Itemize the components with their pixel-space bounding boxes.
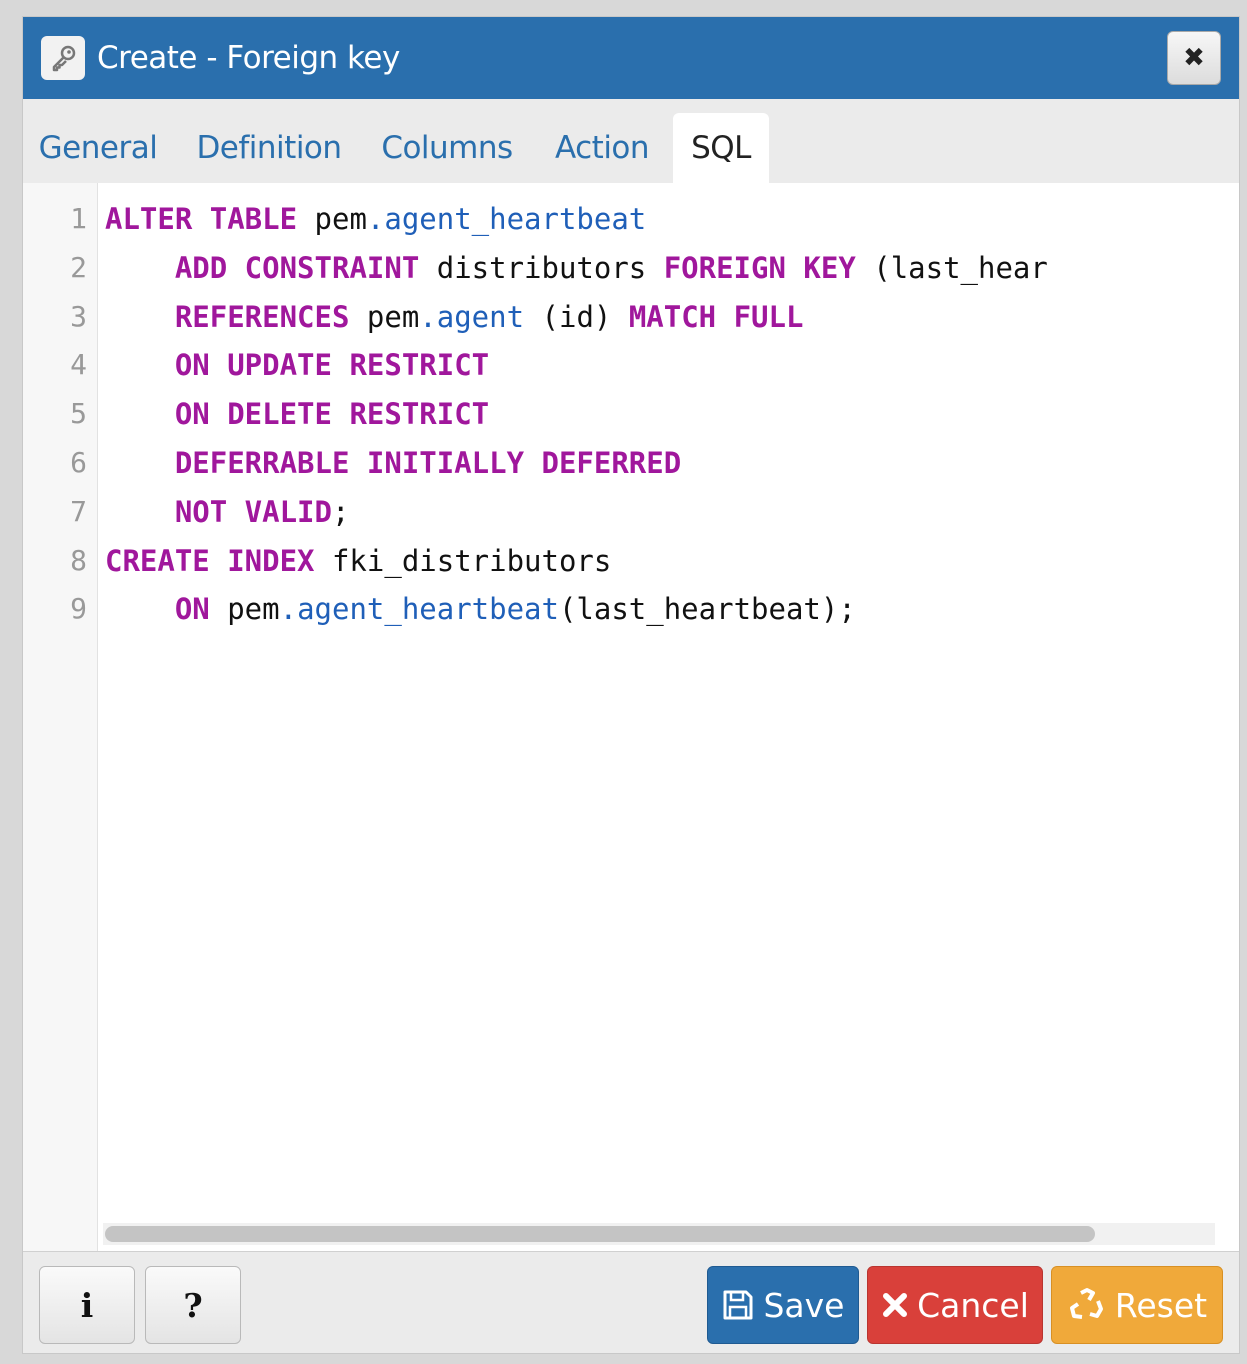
x-icon [881, 1291, 909, 1319]
recycle-icon [1067, 1287, 1107, 1323]
save-label: Save [763, 1285, 845, 1325]
line-number: 8 [70, 543, 87, 577]
sql-text: ; [331, 494, 350, 529]
sql-keyword: MATCH FULL [628, 299, 804, 334]
dialog-titlebar[interactable]: Create - Foreign key ✖ [23, 17, 1239, 99]
key-icon [41, 36, 85, 80]
sql-keyword: ADD CONSTRAINT [174, 250, 420, 285]
code-line: ON pem.agent_heartbeat(last_heartbeat); [105, 585, 1215, 634]
sql-text: fki_distributors [314, 543, 612, 578]
close-icon: ✖ [1183, 43, 1205, 73]
sql-keyword: ALTER TABLE [105, 202, 298, 236]
tab-sql[interactable]: SQL [673, 113, 769, 183]
line-number: 6 [70, 446, 87, 479]
sql-text: (last_hear [855, 250, 1048, 285]
code-line: ALTER TABLE pem.agent_heartbeat [105, 195, 1215, 244]
sql-code[interactable]: ALTER TABLE pem.agent_heartbeat ADD CONS… [105, 195, 1215, 634]
code-line: ADD CONSTRAINT distributors FOREIGN KEY … [105, 244, 1215, 293]
tab-action[interactable]: Action [543, 113, 661, 183]
cancel-label: Cancel [917, 1285, 1029, 1325]
sql-keyword: NOT VALID [174, 494, 332, 529]
code-line: REFERENCES pem.agent (id) MATCH FULL [105, 293, 1215, 342]
create-foreign-key-dialog: Create - Foreign key ✖ General Definitio… [22, 16, 1240, 1354]
help-button[interactable]: ? [145, 1266, 241, 1344]
reset-button[interactable]: Reset [1051, 1266, 1223, 1344]
code-line: NOT VALID; [105, 488, 1215, 537]
sql-text: pem [297, 202, 367, 236]
sql-keyword: ON DELETE RESTRICT [174, 397, 490, 432]
tab-general[interactable]: General [31, 113, 165, 183]
sql-identifier: .agent_heartbeat [366, 202, 647, 236]
line-number: 7 [70, 494, 87, 528]
line-number: 4 [70, 348, 87, 382]
save-button[interactable]: Save [707, 1266, 859, 1344]
code-line: CREATE INDEX fki_distributors [105, 537, 1215, 586]
sql-keyword: CREATE INDEX [105, 543, 315, 578]
code-line: ON UPDATE RESTRICT [105, 341, 1215, 390]
sql-text: (id) [524, 299, 629, 334]
close-button[interactable]: ✖ [1167, 31, 1221, 85]
sql-text: pem [349, 299, 420, 334]
dialog-title: Create - Foreign key [97, 40, 400, 76]
sql-keyword: DEFERRABLE INITIALLY DEFERRED [174, 445, 682, 480]
sql-keyword: FOREIGN KEY [663, 250, 856, 285]
tab-columns[interactable]: Columns [375, 113, 519, 183]
line-number: 3 [70, 299, 87, 333]
sql-keyword: REFERENCES [174, 299, 350, 334]
tab-definition[interactable]: Definition [187, 113, 351, 183]
sql-identifier: .agent [419, 299, 525, 334]
line-number: 2 [70, 250, 87, 284]
info-icon: i [80, 1285, 94, 1325]
sql-editor[interactable]: 123456789 ALTER TABLE pem.agent_heartbea… [23, 183, 1239, 1251]
line-number: 9 [70, 592, 87, 626]
sql-keyword: ON UPDATE RESTRICT [174, 348, 490, 383]
code-line: ON DELETE RESTRICT [105, 390, 1215, 439]
sql-text: (last_heartbeat); [558, 592, 856, 627]
line-number: 1 [70, 202, 87, 235]
info-button[interactable]: i [39, 1266, 135, 1344]
help-icon: ? [183, 1285, 203, 1325]
line-number: 5 [70, 397, 87, 431]
tab-bar: General Definition Columns Action SQL [23, 113, 1239, 183]
sql-text: distributors [419, 250, 664, 285]
sql-keyword: ON [174, 592, 210, 627]
line-number-gutter: 1 2 3 4 5 6 7 8 9 [23, 183, 98, 1251]
sql-text: pem [209, 592, 280, 627]
sql-identifier: .agent_heartbeat [279, 592, 559, 627]
scrollbar-thumb[interactable] [105, 1226, 1095, 1242]
floppy-disk-icon [721, 1288, 755, 1322]
horizontal-scrollbar[interactable] [103, 1223, 1215, 1245]
reset-label: Reset [1114, 1285, 1208, 1325]
dialog-footer: i ? Save Cancel Reset [23, 1251, 1239, 1353]
cancel-button[interactable]: Cancel [867, 1266, 1043, 1344]
code-line: DEFERRABLE INITIALLY DEFERRED [105, 439, 1215, 488]
